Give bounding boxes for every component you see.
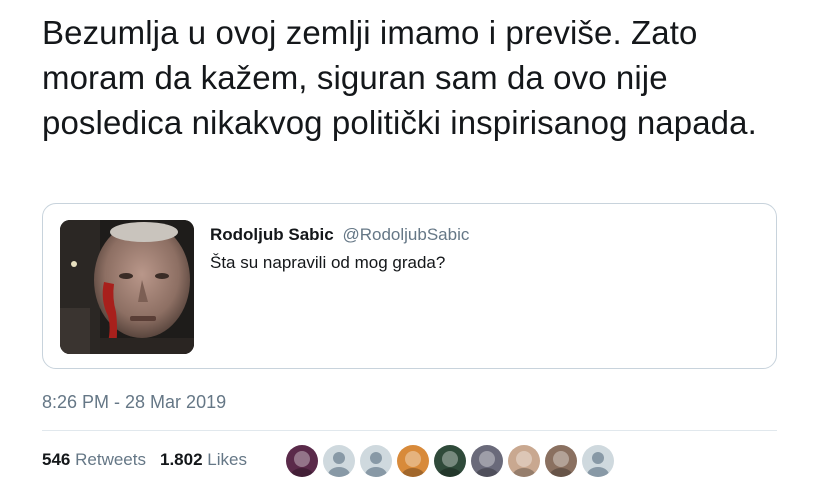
quoted-author-name[interactable]: Rodoljub Sabic — [210, 225, 334, 244]
quoted-tweet-header: Rodoljub Sabic @RodoljubSabic — [210, 224, 766, 246]
stats-divider — [42, 430, 777, 431]
retweets-count: 546 — [42, 450, 71, 469]
engagement-stats: 546 Retweets 1.802 Likes — [42, 449, 247, 471]
default-avatar-icon[interactable] — [323, 445, 355, 477]
quoted-tweet-photo[interactable] — [60, 220, 194, 354]
quoted-tweet-card[interactable]: Rodoljub Sabic @RodoljubSabic Šta su nap… — [42, 203, 777, 369]
quoted-tweet-body: Rodoljub Sabic @RodoljubSabic Šta su nap… — [210, 224, 766, 274]
default-avatar-icon[interactable] — [582, 445, 614, 477]
quoted-tweet-text: Šta su napravili od mog grada? — [210, 253, 446, 272]
likes-stat[interactable]: 1.802 Likes — [160, 450, 247, 469]
liker-avatar[interactable] — [286, 445, 318, 477]
quoted-author-handle[interactable]: @RodoljubSabic — [342, 225, 469, 244]
likes-count: 1.802 — [159, 450, 203, 469]
liker-avatar[interactable] — [397, 445, 429, 477]
injured-man-photo-image — [60, 220, 194, 354]
likes-label: Likes — [207, 450, 247, 469]
liker-avatars — [286, 445, 619, 481]
tweet-text: Bezumlja u ovoj zemlji imamo i previše. … — [42, 14, 757, 141]
liker-avatar[interactable] — [434, 445, 466, 477]
liker-avatar[interactable] — [471, 445, 503, 477]
tweet-timestamp[interactable]: 8:26 PM - 28 Mar 2019 — [42, 390, 226, 414]
liker-avatar[interactable] — [508, 445, 540, 477]
retweets-label: Retweets — [75, 450, 146, 469]
retweets-stat[interactable]: 546 Retweets — [42, 450, 146, 469]
liker-avatar[interactable] — [545, 445, 577, 477]
default-avatar-icon[interactable] — [360, 445, 392, 477]
